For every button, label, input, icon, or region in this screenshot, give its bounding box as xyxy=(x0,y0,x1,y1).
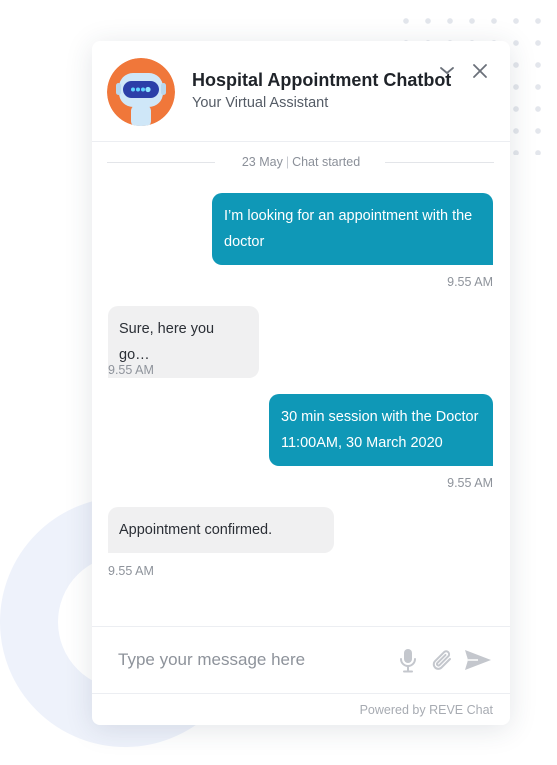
divider-line-left xyxy=(107,162,215,163)
message-input[interactable] xyxy=(118,647,368,673)
attach-file-button[interactable] xyxy=(430,648,456,679)
robot-icon xyxy=(107,58,175,126)
close-button[interactable] xyxy=(470,61,490,81)
message-composer xyxy=(92,626,510,694)
message-timestamp: 9.55 AM xyxy=(447,275,493,289)
chat-window: Hospital Appointment Chatbot Your Virtua… xyxy=(92,41,510,725)
chat-date: 23 May xyxy=(241,155,283,169)
paperclip-icon xyxy=(432,650,451,670)
microphone-icon xyxy=(400,649,416,673)
message-text: I’m looking for an appointment with the … xyxy=(224,208,473,250)
message-text-line: 11:00AM, 30 March 2020 xyxy=(281,435,443,451)
message-timestamp: 9.55 AM xyxy=(108,564,154,578)
message-text-line: 30 min session with the Doctor xyxy=(281,409,479,425)
voice-input-button[interactable] xyxy=(398,648,418,679)
user-message-bubble: 30 min session with the Doctor 11:00AM, … xyxy=(269,394,493,466)
bot-message-bubble: Appointment confirmed. xyxy=(108,507,334,553)
chat-subtitle: Your Virtual Assistant xyxy=(192,95,329,111)
chat-title: Hospital Appointment Chatbot xyxy=(192,70,452,90)
chat-status: Chat started xyxy=(292,155,361,169)
chat-date-divider: 23 May | Chat started xyxy=(217,155,385,169)
close-icon xyxy=(473,64,487,78)
user-message-bubble: I’m looking for an appointment with the … xyxy=(212,193,493,265)
message-text: Sure, here you go… xyxy=(119,321,215,363)
powered-by-footer: Powered by REVE Chat xyxy=(359,703,493,717)
message-timestamp: 9.55 AM xyxy=(447,476,493,490)
send-icon xyxy=(465,650,491,670)
chat-header: Hospital Appointment Chatbot Your Virtua… xyxy=(92,41,510,142)
chevron-down-icon xyxy=(440,67,454,74)
divider-line-right xyxy=(385,162,494,163)
message-text: Appointment confirmed. xyxy=(119,522,273,538)
minimize-button[interactable] xyxy=(437,61,457,81)
message-timestamp: 9.55 AM xyxy=(108,363,154,377)
bot-avatar xyxy=(107,58,175,126)
divider-separator: | xyxy=(285,155,290,169)
send-button[interactable] xyxy=(464,648,492,677)
